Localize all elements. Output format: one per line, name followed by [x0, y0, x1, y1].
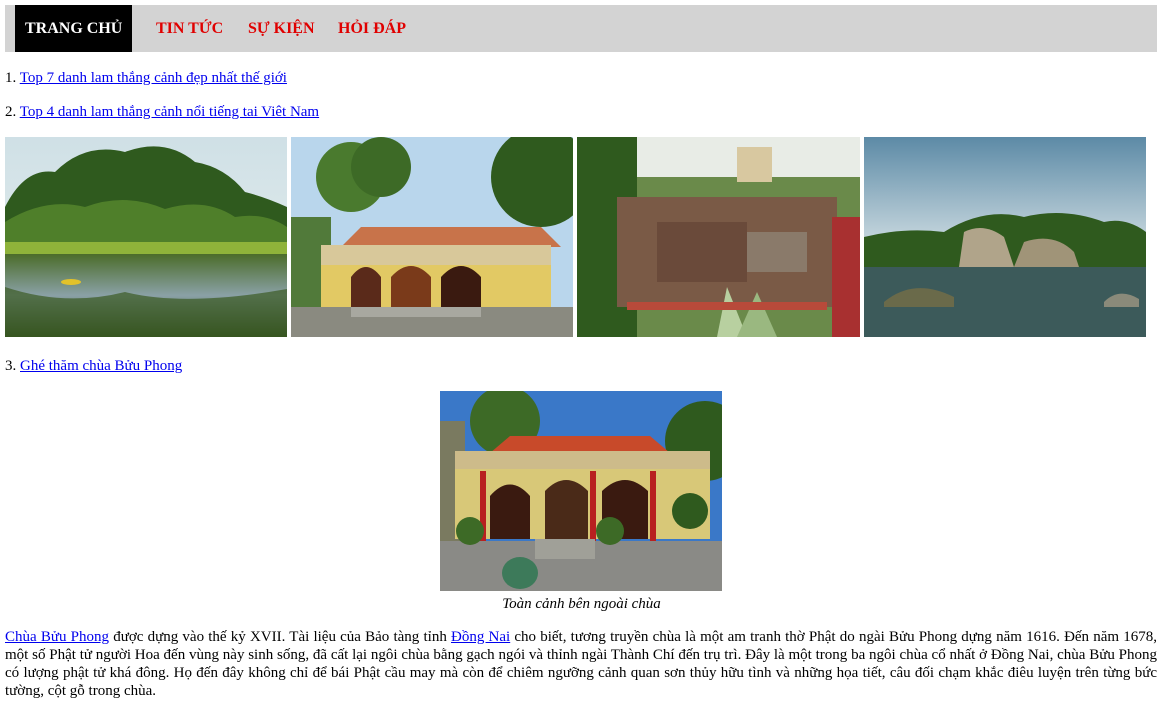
rock-lake-photo: [864, 137, 1146, 337]
article-number: 2.: [5, 104, 17, 120]
article-number: 1.: [5, 70, 17, 86]
article-link-3[interactable]: Ghé thăm chùa Bửu Phong: [20, 358, 182, 374]
article-paragraph: Chùa Bửu Phong được dựng vào thế kỷ XVII…: [5, 628, 1157, 700]
article-number: 3.: [5, 358, 17, 374]
nav-item-hoi-dap[interactable]: HỎI ĐÁP: [338, 5, 406, 52]
nav-item-trang-chu[interactable]: TRANG CHỦ: [15, 5, 133, 52]
pagoda-front-photo: [440, 391, 722, 591]
article-item-1: 1. Top 7 danh lam thắng cảnh đẹp nhất th…: [5, 68, 287, 88]
nav-item-su-kien[interactable]: SỰ KIỆN: [248, 5, 315, 52]
top-nav-bar: TRANG CHỦ TIN TỨC SỰ KIỆN HỎI ĐÁP: [5, 5, 1157, 52]
image-caption: Toàn cảnh bên ngoài chùa: [502, 596, 661, 612]
pagoda-photo: [291, 137, 573, 337]
article-item-2: 2. Top 4 danh lam thắng cảnh nổi tiếng t…: [5, 102, 319, 122]
article-item-3: 3. Ghé thăm chùa Bửu Phong: [5, 356, 182, 376]
lake-forest-photo: [5, 137, 287, 337]
nav-item-tin-tuc[interactable]: TIN TỨC: [156, 5, 223, 52]
paragraph-text-1: được dựng vào thế kỷ XVII. Tài liệu của …: [109, 629, 452, 645]
article-link-1[interactable]: Top 7 danh lam thắng cảnh đẹp nhất thế g…: [20, 70, 287, 86]
garden-tomb-photo: [577, 137, 860, 337]
article-link-2[interactable]: Top 4 danh lam thắng cảnh nổi tiếng tai …: [20, 104, 319, 120]
chua-buu-phong-link[interactable]: Chùa Bửu Phong: [5, 629, 109, 645]
dong-nai-link[interactable]: Đồng Nai: [451, 629, 510, 645]
